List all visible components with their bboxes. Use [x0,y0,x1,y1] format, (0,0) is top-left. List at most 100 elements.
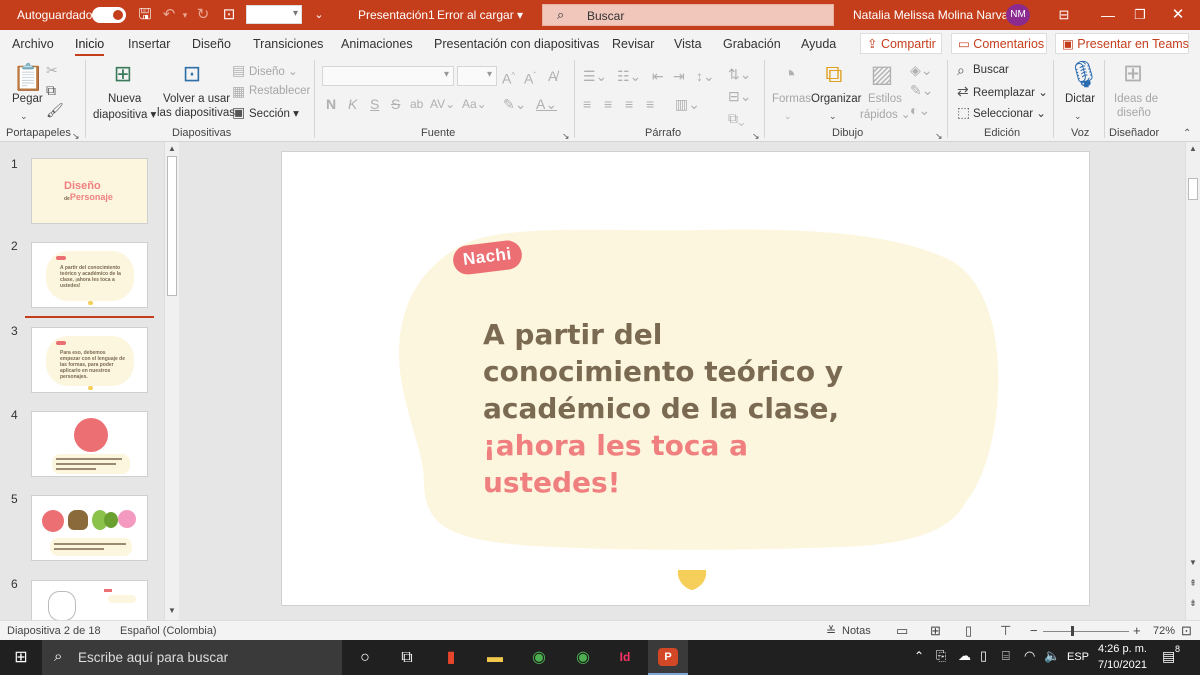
tab-archivo[interactable]: Archivo [12,37,54,51]
new-slide-label-2[interactable]: diapositiva ▾ [93,107,156,121]
zoom-slider-thumb[interactable] [1071,626,1074,636]
thumbnail-slide-6[interactable] [31,580,148,620]
arrange-label[interactable]: Organizar [811,93,862,105]
autosave-toggle[interactable] [92,7,126,23]
replace-icon[interactable]: ⇄ [957,83,969,99]
chrome-profile-icon[interactable]: ◉ [562,640,604,675]
font-size-select[interactable]: ▾ [457,66,497,86]
notifications-icon[interactable]: ▤ [1162,648,1175,665]
tab-insertar[interactable]: Insertar [128,37,170,51]
indesign-icon[interactable]: Id [604,640,646,675]
arrange-icon[interactable]: ⧉ [821,62,847,88]
chrome-icon[interactable]: ◉ [518,640,560,675]
notes-icon[interactable]: ≚ [826,624,836,638]
avatar[interactable]: NM [1006,4,1030,26]
font-family-select[interactable]: ▾ [322,66,454,86]
network-icon[interactable]: ⌸ [1002,648,1010,664]
slideshow-view-icon[interactable]: ⊤ [1000,623,1011,639]
normal-view-icon[interactable]: ▭ [896,623,908,639]
customize-toolbar-icon[interactable]: ⌄ [310,6,328,24]
scroll-down-icon[interactable]: ▼ [167,606,177,616]
bold-button[interactable]: N [326,96,336,112]
shapes-label[interactable]: Formas [772,93,811,105]
shapes-icon[interactable]: ◔ [776,62,802,88]
font-color-icon[interactable]: A⌄ [536,96,557,112]
ribbon-display-options-icon[interactable]: ⊟ [1042,0,1086,30]
format-painter-icon[interactable]: 🖌 [46,102,64,118]
section-icon[interactable]: ▣ [232,104,245,120]
zoom-slider[interactable] [1043,631,1129,632]
present-teams-button[interactable]: ▣ Presentar en Teams [1055,33,1189,54]
present-from-start-icon[interactable]: ⊡ [220,6,238,24]
section-label[interactable]: Sección ▾ [249,106,299,120]
reuse-slides-icon[interactable]: ⊡ [180,62,204,86]
zoom-in-icon[interactable]: + [1133,623,1141,638]
select-icon[interactable]: ⬚ [957,104,970,120]
line-spacing-icon[interactable]: ↕⌄ [696,68,715,84]
clear-formatting-icon[interactable]: A̸ [548,68,557,84]
share-button[interactable]: ⇪ Compartir [860,33,942,54]
office-icon[interactable]: ▮ [430,640,472,675]
slide-sorter-icon[interactable]: ⊞ [930,623,941,639]
decrease-font-icon[interactable]: Aˇ [524,68,536,87]
quick-styles-label-2[interactable]: rápidos ⌄ [860,107,911,121]
battery-icon[interactable]: ▯ [980,648,987,664]
thumbnails-scrollbar[interactable]: ▲ ▼ [164,142,179,620]
tab-diseno[interactable]: Diseño [192,37,231,51]
layout-label[interactable]: Diseño ⌄ [249,64,298,78]
underline-button[interactable]: S [370,96,379,112]
windows-start-icon[interactable]: ⊞ [0,640,42,675]
reuse-slides-label-1[interactable]: Volver a usar [163,93,230,105]
tab-grabacion[interactable]: Grabación [723,37,781,51]
align-left-icon[interactable]: ≡ [583,96,591,112]
copy-icon[interactable]: ⧉ [46,82,56,98]
clock-time[interactable]: 4:26 p. m. [1098,643,1147,655]
decrease-indent-icon[interactable]: ⇤ [652,68,664,84]
text-direction-icon[interactable]: ⇅⌄ [728,66,751,82]
align-center-icon[interactable]: ≡ [604,96,612,112]
cut-icon[interactable]: ✂ [46,62,58,78]
new-slide-label-1[interactable]: Nueva [108,93,141,105]
shape-effects-icon[interactable]: ◐⌄ [910,102,930,118]
volume-icon[interactable]: 🔈 [1044,648,1060,664]
wifi-icon[interactable]: ◠ [1024,648,1035,664]
undo-dropdown-icon[interactable]: ▾ [176,6,194,24]
quick-font-box[interactable]: ▾ [246,5,302,24]
input-language[interactable]: ESP [1067,651,1089,663]
zoom-level[interactable]: 72% [1153,625,1175,637]
tab-revisar[interactable]: Revisar [612,37,654,51]
scroll-thumb[interactable] [167,156,177,296]
thumbnail-slide-5[interactable] [31,495,148,561]
increase-font-icon[interactable]: A^ [502,68,515,87]
slide-counter[interactable]: Diapositiva 2 de 18 [7,625,101,637]
highlight-icon[interactable]: ✎⌄ [503,96,526,112]
char-spacing-icon[interactable]: AV⌄ [430,96,455,112]
scroll-up-icon[interactable]: ▲ [1188,144,1198,154]
numbering-icon[interactable]: ☷⌄ [617,68,641,84]
justify-icon[interactable]: ≡ [646,96,654,112]
paste-dropdown-icon[interactable]: ⌄ [20,108,28,124]
find-icon[interactable]: ⌕ [957,62,965,78]
reset-icon[interactable]: ▦ [232,83,245,99]
clock-date[interactable]: 7/10/2021 [1098,659,1147,671]
arrange-dropdown-icon[interactable]: ⌄ [829,108,837,124]
scroll-up-icon[interactable]: ▲ [167,144,177,154]
fit-to-window-icon[interactable]: ⊡ [1181,623,1192,639]
thumbnail-slide-3[interactable]: Para eso, debemos empezar con el lenguaj… [31,327,148,393]
smartart-icon[interactable]: ⧉⌄ [728,110,745,126]
tab-inicio[interactable]: Inicio [75,37,105,57]
bullets-icon[interactable]: ☰⌄ [583,68,607,84]
paste-icon[interactable]: 📋 [12,64,44,90]
italic-button[interactable]: K [348,96,357,112]
reading-view-icon[interactable]: ▯ [965,623,972,639]
zoom-out-icon[interactable]: − [1030,623,1038,638]
meet-now-icon[interactable]: ⎘ [936,648,946,664]
new-slide-icon[interactable]: ⊞ [111,62,135,86]
comments-button[interactable]: ▭ Comentarios [951,33,1047,54]
onedrive-icon[interactable]: ☁ [958,648,971,664]
shadow-button[interactable]: ab [410,96,423,112]
slide-canvas[interactable]: Nachi A partir del conocimiento teórico … [281,151,1090,606]
increase-indent-icon[interactable]: ⇥ [673,68,685,84]
scroll-thumb[interactable] [1188,178,1198,200]
align-text-icon[interactable]: ⊟⌄ [728,88,751,104]
